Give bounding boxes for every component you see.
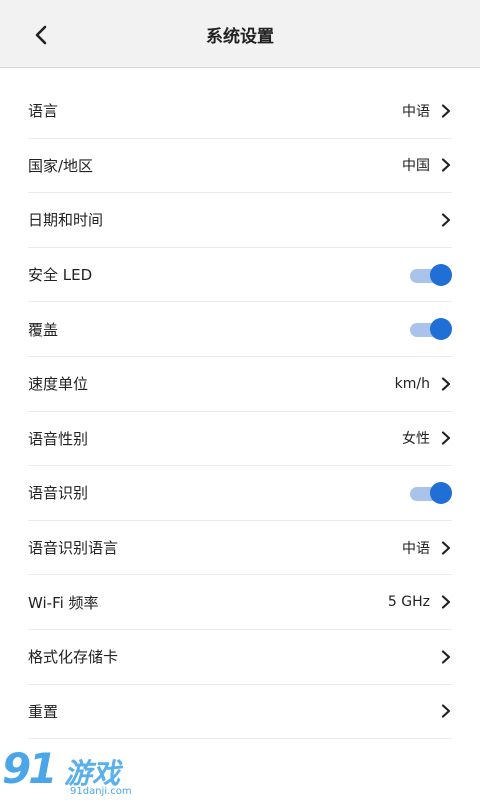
settings-row-value: 中国 bbox=[402, 158, 430, 175]
settings-row-value: 中语 bbox=[402, 103, 430, 120]
chevron-right-icon bbox=[440, 213, 452, 227]
settings-row[interactable]: 安全 LED bbox=[28, 248, 452, 303]
settings-row-label: 语音性别 bbox=[28, 429, 89, 448]
settings-row-label: 重置 bbox=[28, 702, 59, 721]
settings-row[interactable]: 语言 中语 bbox=[28, 84, 452, 139]
settings-row-label: 安全 LED bbox=[28, 266, 93, 285]
settings-row[interactable]: 语音识别 bbox=[28, 466, 452, 521]
settings-row-label: 日期和时间 bbox=[28, 211, 104, 230]
settings-row-label: 语音识别 bbox=[28, 484, 89, 503]
settings-row[interactable]: 语音性别 女性 bbox=[28, 412, 452, 467]
toggle-knob bbox=[430, 318, 452, 341]
page-title: 系统设置 bbox=[206, 27, 274, 47]
settings-row[interactable]: 覆盖 bbox=[28, 302, 452, 357]
toggle-switch[interactable] bbox=[410, 481, 452, 504]
settings-row[interactable]: 日期和时间 bbox=[28, 193, 452, 248]
settings-row[interactable]: 格式化存储卡 bbox=[28, 630, 452, 685]
settings-row-label: 格式化存储卡 bbox=[28, 648, 119, 667]
settings-row-value: 女性 bbox=[402, 431, 430, 448]
toggle-knob bbox=[430, 263, 452, 286]
settings-row-label: 语音识别语言 bbox=[28, 539, 119, 558]
toggle-switch[interactable] bbox=[410, 318, 452, 341]
settings-list: 语言 中语 国家/地区 中国 日期和时间 安全 LED 覆盖 速度单位 km/h 语音性别 女性 语音… bbox=[0, 84, 480, 740]
watermark-url: 91danji.com bbox=[70, 786, 132, 797]
chevron-right-icon bbox=[440, 104, 452, 118]
settings-row-label: Wi-Fi 频率 bbox=[28, 593, 99, 612]
settings-row-label: 速度单位 bbox=[28, 375, 89, 394]
chevron-right-icon bbox=[440, 540, 452, 555]
settings-row-label: 语言 bbox=[28, 102, 59, 121]
settings-row-value: 中语 bbox=[402, 540, 430, 557]
settings-row[interactable]: 重置 bbox=[28, 685, 452, 740]
chevron-right-icon bbox=[440, 704, 452, 718]
watermark-logo: 91 游戏 91danji.com bbox=[0, 742, 140, 800]
settings-row[interactable]: 速度单位 km/h bbox=[28, 357, 452, 412]
settings-row[interactable]: 语音识别语言 中语 bbox=[28, 521, 452, 576]
settings-row[interactable]: Wi-Fi 频率 5 GHz bbox=[28, 575, 452, 630]
settings-row-value: 5 GHz bbox=[387, 594, 430, 611]
chevron-right-icon bbox=[440, 377, 452, 391]
settings-row-label: 覆盖 bbox=[28, 320, 59, 339]
chevron-right-icon bbox=[440, 158, 452, 172]
chevron-right-icon bbox=[440, 431, 452, 445]
chevron-right-icon bbox=[440, 595, 452, 609]
toggle-knob bbox=[430, 481, 452, 504]
toggle-switch[interactable] bbox=[410, 263, 452, 286]
settings-row[interactable]: 国家/地区 中国 bbox=[28, 139, 452, 194]
settings-row-value: km/h bbox=[394, 375, 430, 392]
chevron-right-icon bbox=[440, 650, 452, 664]
settings-row-label: 国家/地区 bbox=[28, 156, 94, 175]
watermark-number: 91 bbox=[2, 744, 57, 793]
top-bar: 系统设置 bbox=[0, 0, 480, 68]
